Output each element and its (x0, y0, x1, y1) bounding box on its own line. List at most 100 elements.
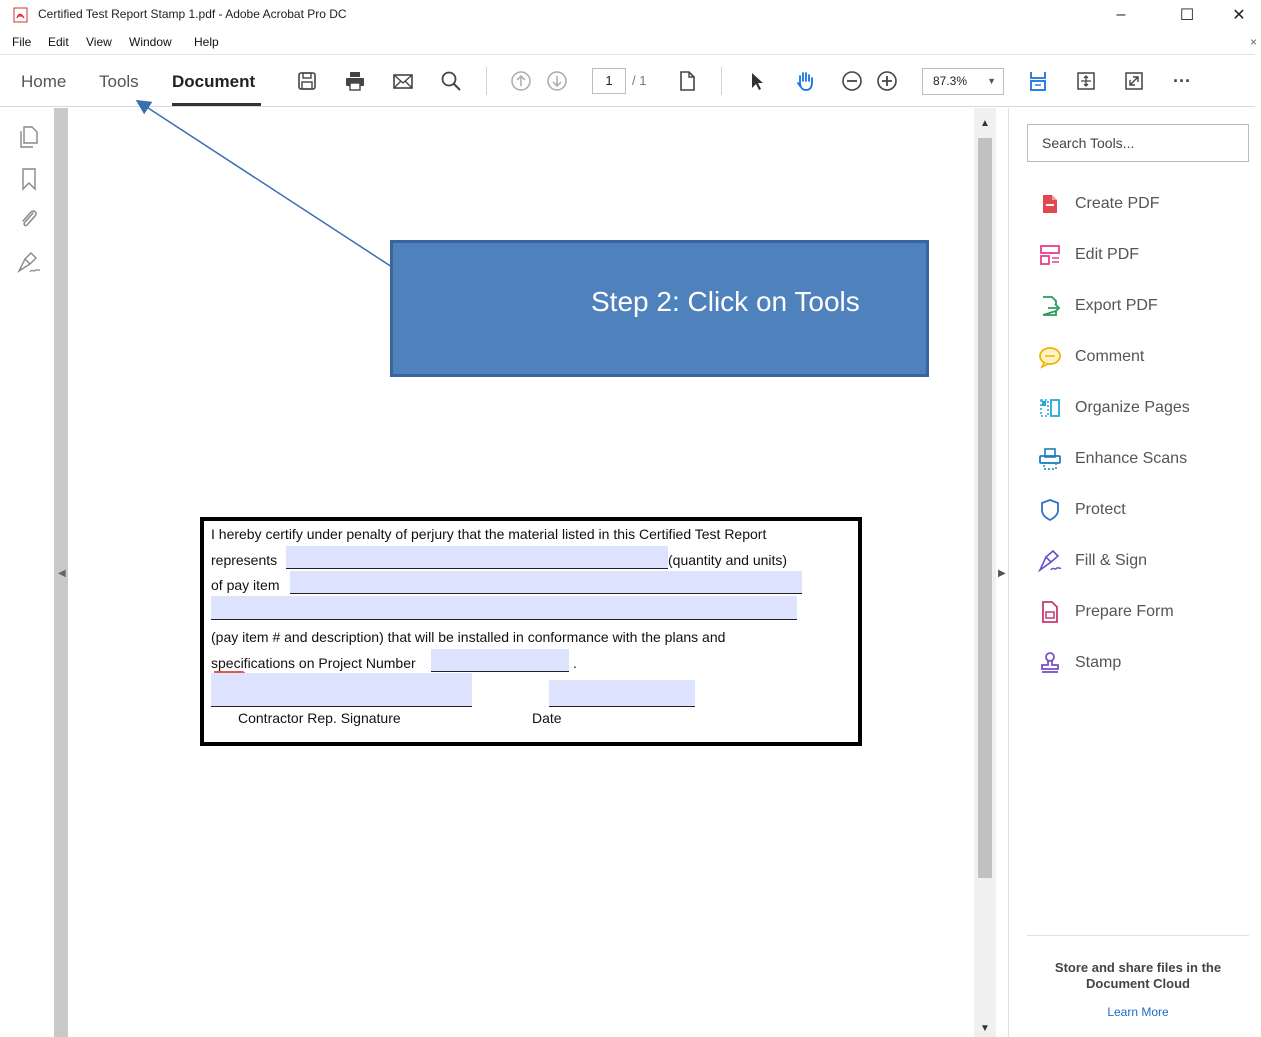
tool-organize-pages[interactable]: Organize Pages (1037, 393, 1247, 423)
hand-tool-icon[interactable] (791, 67, 819, 95)
tool-label: Organize Pages (1075, 399, 1190, 416)
tool-protect[interactable]: Protect (1037, 495, 1247, 525)
zoom-level-value: 87.3% (933, 74, 968, 88)
search-tools-input[interactable] (1027, 124, 1249, 162)
callout-text: Step 2: Click on Tools (591, 286, 860, 317)
quantity-units-label: (quantity and units) (668, 552, 788, 568)
close-window-button[interactable]: ✕ (1224, 4, 1254, 26)
menu-bar: File Edit View Window Help × (0, 31, 1261, 53)
document-cloud-promo: Store and share files in the Document Cl… (1054, 960, 1222, 991)
represents-label: represents (211, 552, 278, 568)
title-bar: Certified Test Report Stamp 1.pdf - Adob… (0, 0, 1261, 30)
minimize-button[interactable]: – (1106, 4, 1136, 26)
menu-view[interactable]: View (86, 35, 112, 49)
tab-tools[interactable]: Tools (99, 72, 139, 92)
left-pane-splitter[interactable]: ◀ (54, 108, 68, 1037)
previous-page-icon[interactable] (507, 67, 535, 95)
comment-icon (1037, 344, 1063, 370)
more-tools-icon[interactable]: ··· (1168, 67, 1196, 95)
menu-help[interactable]: Help (194, 35, 219, 49)
tool-enhance-scans[interactable]: Enhance Scans (1037, 444, 1247, 474)
tool-export-pdf[interactable]: Export PDF (1037, 291, 1247, 321)
rotate-view-icon[interactable] (1072, 67, 1100, 95)
learn-more-link[interactable]: Learn More (1027, 1005, 1249, 1019)
signatures-icon[interactable] (16, 250, 42, 276)
left-navigation-pane (0, 108, 54, 1037)
stamp-icon (1037, 650, 1063, 676)
save-icon[interactable] (293, 67, 321, 95)
tool-label: Stamp (1075, 654, 1122, 671)
page-total: / 1 (632, 73, 647, 88)
tab-home[interactable]: Home (21, 72, 66, 92)
tool-label: Protect (1075, 501, 1126, 518)
tool-stamp[interactable]: Stamp (1037, 648, 1247, 678)
create-pdf-icon (1037, 191, 1063, 217)
bookmarks-icon[interactable] (16, 166, 42, 192)
scroll-down-icon[interactable]: ▼ (980, 1023, 990, 1034)
installation-statement: (pay item # and description) that will b… (211, 629, 726, 645)
scrollbar-thumb[interactable] (978, 138, 992, 878)
tool-fill-sign[interactable]: Fill & Sign (1037, 546, 1247, 576)
edit-pdf-icon (1037, 242, 1063, 268)
menu-file[interactable]: File (12, 35, 31, 49)
tool-prepare-form[interactable]: Prepare Form (1037, 597, 1247, 627)
page-thumbnails-icon[interactable] (16, 124, 42, 150)
search-icon[interactable] (437, 67, 465, 95)
pay-item-label: of pay item (211, 577, 280, 593)
vertical-scrollbar[interactable]: ▲ ▼ (974, 108, 996, 1037)
fit-page-icon[interactable] (1024, 67, 1052, 95)
collapse-left-icon[interactable]: ◀ (58, 568, 66, 579)
date-caption: Date (532, 710, 562, 726)
page-number-input[interactable]: 1 (592, 68, 626, 94)
date-field[interactable] (549, 680, 695, 707)
protect-icon (1037, 497, 1063, 523)
tab-document[interactable]: Document (172, 72, 255, 92)
enhance-scans-icon (1037, 446, 1063, 472)
signature-caption: Contractor Rep. Signature (238, 710, 401, 726)
email-icon[interactable] (389, 67, 417, 95)
close-document-icon[interactable]: × (1250, 35, 1257, 49)
zoom-level-select[interactable]: 87.3% ▼ (922, 68, 1004, 95)
right-pane-splitter[interactable]: ▶ (996, 108, 1008, 1037)
project-number-period: . (573, 655, 577, 671)
next-page-icon[interactable] (543, 67, 571, 95)
window-title: Certified Test Report Stamp 1.pdf - Adob… (38, 7, 347, 21)
tool-label: Fill & Sign (1075, 552, 1148, 569)
menu-window[interactable]: Window (129, 35, 172, 49)
tool-comment[interactable]: Comment (1037, 342, 1247, 372)
tool-label: Create PDF (1075, 195, 1160, 212)
project-number-label: specifications on Project Number (211, 655, 416, 671)
menu-edit[interactable]: Edit (48, 35, 69, 49)
attachments-icon[interactable] (16, 206, 42, 232)
toolbar-separator (486, 67, 487, 95)
pay-item-description-field[interactable] (211, 596, 797, 620)
print-icon[interactable] (341, 67, 369, 95)
select-pointer-icon[interactable] (743, 67, 771, 95)
certification-form: I hereby certify under penalty of perjur… (200, 517, 862, 746)
tool-label: Comment (1075, 348, 1145, 365)
acrobat-pdf-icon (13, 7, 28, 23)
maximize-button[interactable]: ☐ (1172, 4, 1202, 26)
panel-divider (1027, 935, 1249, 936)
pay-item-field[interactable] (290, 571, 802, 594)
expand-right-icon[interactable]: ▶ (998, 568, 1006, 579)
step-callout-box: Step 2: Click on Tools (390, 240, 929, 377)
tool-edit-pdf[interactable]: Edit PDF (1037, 240, 1247, 270)
zoom-out-icon[interactable] (838, 67, 866, 95)
toolbar-separator (721, 67, 722, 95)
quantity-field[interactable] (286, 546, 668, 569)
tools-pane: Create PDF Edit PDF Export PDF Comment O… (1008, 108, 1261, 1037)
page-view-icon[interactable] (673, 67, 701, 95)
zoom-in-icon[interactable] (873, 67, 901, 95)
chevron-down-icon: ▼ (987, 76, 996, 86)
main-toolbar: Home Tools Document 1 / 1 87.3% ▼ ··· (0, 54, 1255, 107)
scroll-up-icon[interactable]: ▲ (980, 118, 990, 129)
export-pdf-icon (1037, 293, 1063, 319)
signature-field[interactable] (211, 673, 472, 707)
tool-create-pdf[interactable]: Create PDF (1037, 189, 1247, 219)
full-screen-icon[interactable] (1120, 67, 1148, 95)
tool-label: Enhance Scans (1075, 450, 1188, 467)
certify-statement: I hereby certify under penalty of perjur… (211, 526, 767, 542)
project-number-field[interactable] (431, 649, 569, 672)
tool-label: Edit PDF (1075, 246, 1140, 263)
